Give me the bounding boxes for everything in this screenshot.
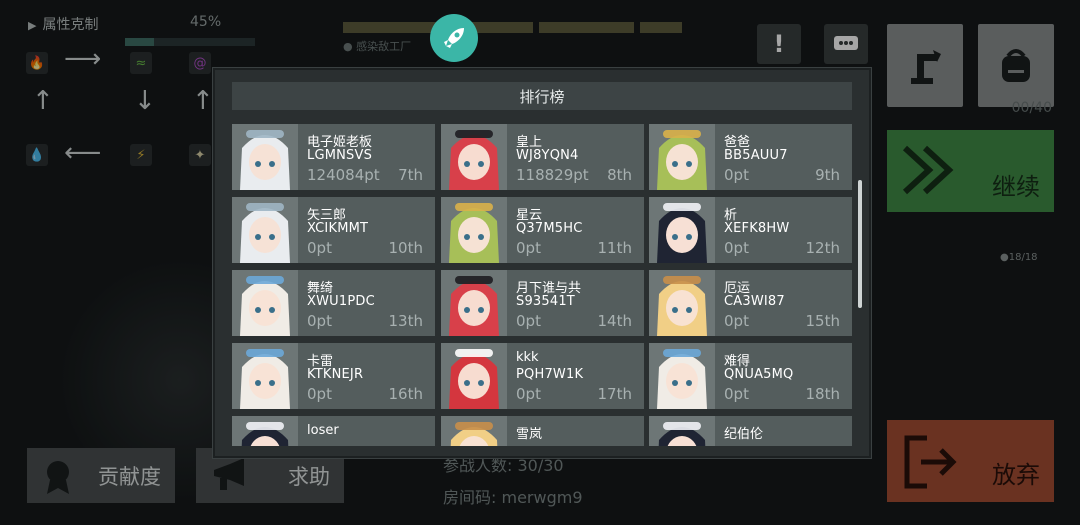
player-id: XEFK8HW (724, 221, 790, 236)
leaderboard-entry[interactable]: 电子姬老板 LGMNSVS 124084pt 7th (232, 124, 435, 190)
player-points: 0pt (307, 385, 332, 403)
player-id: WJ8YQN4 (516, 148, 579, 163)
leaderboard-entry[interactable]: 矢三郎 XCIKMMT 0pt 10th (232, 197, 435, 263)
player-rank: 17th (597, 385, 632, 403)
white-hair-icon (232, 124, 298, 190)
player-id: XWU1PDC (307, 294, 375, 309)
green-hair-icon (649, 124, 715, 190)
player-name: loser (307, 423, 339, 438)
silver-hair-icon (649, 343, 715, 409)
white-hair-icon (232, 197, 298, 263)
leaderboard-entry[interactable]: 皇上 WJ8YQN4 118829pt 8th (441, 124, 644, 190)
player-points: 124084pt (307, 166, 380, 184)
player-name: 纪伯伦 (724, 427, 764, 442)
leaderboard-list[interactable]: 电子姬老板 LGMNSVS 124084pt 7th 皇上 WJ8YQN4 118829pt… (232, 118, 854, 446)
player-points: 118829pt (516, 166, 589, 184)
player-rank: 12th (805, 239, 840, 257)
leaderboard-entry[interactable]: 难得 QNUA5MQ 0pt 18th (649, 343, 852, 409)
player-id: KTKNEJR (307, 367, 364, 382)
dark-hair-beret-icon (649, 197, 715, 263)
player-points: 0pt (516, 312, 541, 330)
player-points: 0pt (516, 239, 541, 257)
player-rank: 9th (815, 166, 840, 184)
dark-hair-beret-icon (649, 416, 715, 446)
leaderboard-entry[interactable]: 雪岚 (441, 416, 644, 446)
red-hair-cap-icon (441, 124, 507, 190)
player-rank: 7th (398, 166, 423, 184)
green-hair-icon (441, 197, 507, 263)
player-rank: 18th (805, 385, 840, 403)
leaderboard-entry[interactable]: loser (232, 416, 435, 446)
leaderboard-scrollbar[interactable] (858, 180, 862, 308)
player-points: 0pt (724, 385, 749, 403)
dark-hair-beret-icon (232, 416, 298, 446)
blonde-hair-icon (649, 270, 715, 336)
leaderboard-entry[interactable]: 卡雷 KTKNEJR 0pt 16th (232, 343, 435, 409)
player-rank: 15th (805, 312, 840, 330)
leaderboard-panel: 排行榜 电子姬老板 LGMNSVS 124084pt 7th 皇上 WJ8YQN4 1188… (213, 68, 871, 458)
player-name: kkk (516, 350, 539, 365)
rocket-button[interactable] (430, 14, 478, 62)
player-points: 0pt (724, 166, 749, 184)
red-hair-cap-icon (441, 270, 507, 336)
player-rank: 8th (607, 166, 632, 184)
player-points: 0pt (307, 312, 332, 330)
rocket-icon (444, 28, 464, 48)
player-points: 0pt (724, 312, 749, 330)
blonde-hair-icon (441, 416, 507, 446)
leaderboard-entry[interactable]: 星云 Q37M5HC 0pt 11th (441, 197, 644, 263)
leaderboard-entry[interactable]: 爸爸 BB5AUU7 0pt 9th (649, 124, 852, 190)
player-rank: 13th (388, 312, 423, 330)
player-name: 雪岚 (516, 427, 543, 442)
player-id: XCIKMMT (307, 221, 369, 236)
player-points: 0pt (724, 239, 749, 257)
leaderboard-entry[interactable]: 舞绮 XWU1PDC 0pt 13th (232, 270, 435, 336)
leaderboard-title: 排行榜 (232, 82, 852, 110)
leaderboard-entry[interactable]: 纪伯伦 (649, 416, 852, 446)
leaderboard-entry[interactable]: 析 XEFK8HW 0pt 12th (649, 197, 852, 263)
leaderboard-entry[interactable]: 月下谁与共 S93541T 0pt 14th (441, 270, 644, 336)
silver-hair-icon (232, 270, 298, 336)
player-id: LGMNSVS (307, 148, 373, 163)
leaderboard-entry[interactable]: kkk PQH7W1K 0pt 17th (441, 343, 644, 409)
leaderboard-entry[interactable]: 厄运 CA3WI87 0pt 15th (649, 270, 852, 336)
player-id: BB5AUU7 (724, 148, 788, 163)
player-rank: 10th (388, 239, 423, 257)
player-rank: 16th (388, 385, 423, 403)
red-hair-maid-icon (441, 343, 507, 409)
silver-hair-icon (232, 343, 298, 409)
player-points: 0pt (307, 239, 332, 257)
player-rank: 14th (597, 312, 632, 330)
player-id: CA3WI87 (724, 294, 785, 309)
player-points: 0pt (516, 385, 541, 403)
player-id: Q37M5HC (516, 221, 583, 236)
player-id: PQH7W1K (516, 367, 584, 382)
player-id: S93541T (516, 294, 575, 309)
player-id: QNUA5MQ (724, 367, 794, 382)
player-rank: 11th (597, 239, 632, 257)
